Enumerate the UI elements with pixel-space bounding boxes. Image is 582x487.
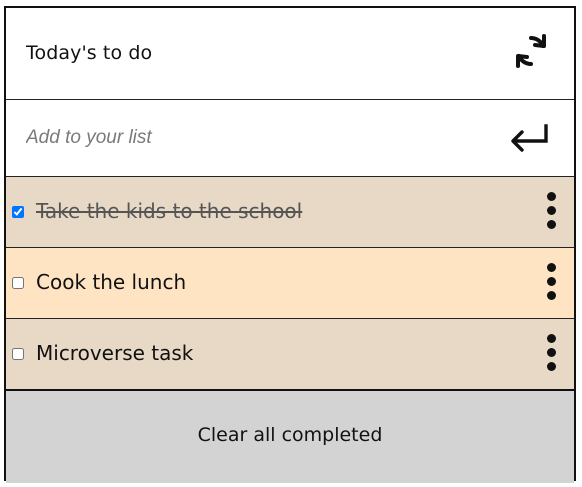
task-checkbox[interactable] [12, 348, 24, 360]
enter-icon[interactable] [508, 122, 550, 152]
list-item: Microverse task [6, 319, 574, 391]
todo-app: Today's to do Take the kids to the schoo… [4, 6, 576, 483]
clear-completed-button[interactable]: Clear all completed [6, 391, 574, 479]
task-label: Take the kids to the school [36, 199, 303, 223]
refresh-icon[interactable] [512, 32, 550, 70]
task-checkbox[interactable] [12, 206, 24, 218]
list-item: Take the kids to the school [6, 177, 574, 248]
task-label: Microverse task [36, 341, 194, 365]
task-checkbox[interactable] [12, 277, 24, 289]
footer: Clear all completed [6, 391, 574, 483]
list-item: Cook the lunch [6, 248, 574, 319]
add-task-input[interactable] [24, 122, 488, 154]
more-icon[interactable] [545, 263, 557, 301]
header: Today's to do [6, 8, 574, 100]
task-label: Cook the lunch [36, 270, 187, 294]
add-task-row [6, 100, 574, 177]
page-title: Today's to do [26, 42, 153, 64]
more-icon[interactable] [545, 192, 557, 230]
more-icon[interactable] [545, 334, 557, 372]
